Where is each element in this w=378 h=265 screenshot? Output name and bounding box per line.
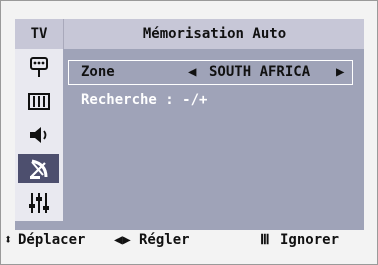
input-plug-icon-graphic xyxy=(29,56,48,77)
zone-left-arrow-icon[interactable]: ◀ xyxy=(188,64,196,80)
zone-right-arrow-icon[interactable]: ▶ xyxy=(336,64,344,80)
zone-label: Zone xyxy=(81,64,115,80)
tv-label: TV xyxy=(30,26,48,42)
adjust-arrows-icon: ◀▶ xyxy=(114,232,131,248)
speaker-icon[interactable] xyxy=(18,120,59,149)
menu-header: TV Mémorisation Auto xyxy=(15,19,364,49)
move-icon: ⬍ xyxy=(4,232,13,248)
search-row[interactable]: Recherche : -/+ xyxy=(81,92,207,108)
speaker-icon-graphic xyxy=(29,126,46,143)
satellite-dish-icon-graphic xyxy=(29,159,47,179)
picture-film-icon-graphic xyxy=(27,92,50,110)
menu-title: Mémorisation Auto xyxy=(63,19,365,49)
zone-value: SOUTH AFRICA xyxy=(209,64,311,80)
menu-content: Zone ◀ SOUTH AFRICA ▶ Recherche : -/+ xyxy=(63,49,364,221)
input-plug-icon[interactable] xyxy=(18,52,59,81)
zone-row[interactable]: Zone ◀ SOUTH AFRICA ▶ xyxy=(68,60,353,85)
menu-sidebar xyxy=(15,49,63,221)
osd-menu: TV Mémorisation Auto Zone ◀ SOUTH AFRICA… xyxy=(15,19,364,230)
move-label: Déplacer xyxy=(18,232,86,248)
help-footer: ⬍ Déplacer ◀▶ Régler Ⅲ Ignorer xyxy=(0,202,378,248)
adjust-label: Régler xyxy=(139,232,190,248)
satellite-dish-icon[interactable] xyxy=(18,154,59,183)
ignore-label: Ignorer xyxy=(280,232,340,248)
ignore-icon: Ⅲ xyxy=(260,232,270,248)
picture-film-icon[interactable] xyxy=(18,86,59,115)
